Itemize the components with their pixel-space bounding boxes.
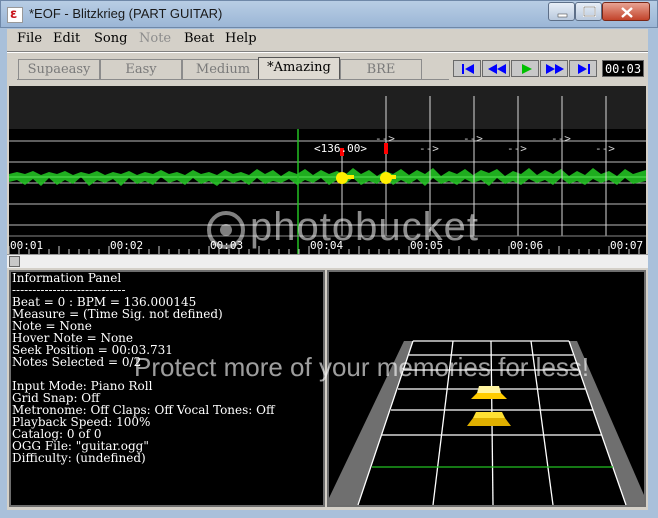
tab-amazing[interactable]: *Amazing [258, 57, 340, 79]
information-panel: Information Panel ----------------------… [9, 270, 325, 507]
menu-edit[interactable]: Edit [53, 31, 80, 46]
fast-forward-icon [546, 64, 564, 74]
menu-beat[interactable]: Beat [184, 31, 214, 46]
time-readout: 00:03 [602, 60, 644, 77]
note-gem-3d [467, 418, 511, 426]
tab-baseline [17, 79, 449, 80]
skip-to-start-icon [462, 64, 474, 74]
beat-arrow: --> [463, 132, 483, 145]
timeline-label: 00:06 [510, 239, 543, 252]
timeline-label: 00:07 [610, 239, 643, 252]
close-icon [621, 7, 633, 18]
fretboard-3d-preview [327, 270, 646, 507]
skip-to-start-button[interactable] [453, 60, 481, 77]
timeline-label: 00:02 [110, 239, 143, 252]
eof-app-icon: ɛ [7, 7, 23, 23]
menu-help[interactable]: Help [225, 31, 257, 46]
fretboard-canvas [329, 272, 644, 505]
timeline-label: 00:04 [310, 239, 343, 252]
close-button[interactable] [602, 2, 650, 21]
timeline-label: 00:05 [410, 239, 443, 252]
seek-scrollbar[interactable] [7, 254, 648, 268]
beat-arrow: --> [419, 142, 439, 155]
note-gem[interactable] [336, 172, 348, 184]
play-button[interactable] [511, 60, 539, 77]
window-frame: File Edit Song Note Beat Help Supaeasy E… [0, 28, 658, 518]
piano-roll[interactable]: <136.00> --> --> --> --> --> --> 00:01 0… [9, 86, 646, 254]
seek-scrollbar-thumb[interactable] [9, 256, 20, 267]
window-title: *EOF - Blitzkrieg (PART GUITAR) [29, 6, 223, 21]
menu-file[interactable]: File [17, 31, 42, 46]
tempo-marker[interactable]: <136.00> [314, 142, 367, 155]
beat-arrow: --> [595, 142, 615, 155]
beat-arrow: --> [375, 132, 395, 145]
skip-to-end-button[interactable] [569, 60, 597, 77]
fast-forward-button[interactable] [540, 60, 568, 77]
minimize-icon [557, 13, 568, 18]
menu-note[interactable]: Note [139, 31, 171, 46]
info-difficulty: Difficulty: (undefined) [12, 451, 146, 465]
play-icon [522, 64, 532, 74]
timeline-label: 00:01 [10, 239, 43, 252]
note-gem-3d [471, 393, 507, 399]
menu-bar: File Edit Song Note Beat Help [7, 29, 648, 51]
info-notes-selected: Notes Selected = 0/2 [12, 355, 142, 369]
maximize-button[interactable] [575, 2, 602, 21]
timeline-label: 00:03 [210, 239, 243, 252]
piano-roll-canvas[interactable]: <136.00> --> --> --> --> --> --> 00:01 0… [9, 86, 646, 254]
menu-separator [7, 51, 648, 53]
menu-song[interactable]: Song [94, 31, 127, 46]
minimize-button[interactable] [548, 2, 575, 21]
tab-supaeasy[interactable]: Supaeasy [18, 59, 100, 79]
note-gem[interactable] [380, 172, 392, 184]
tab-easy[interactable]: Easy [100, 59, 182, 79]
tab-bre[interactable]: BRE [340, 59, 422, 79]
maximize-icon [583, 6, 596, 17]
rewind-button[interactable] [482, 60, 510, 77]
tab-medium[interactable]: Medium [182, 59, 264, 79]
beat-arrow: --> [507, 142, 527, 155]
beat-arrow: --> [551, 132, 571, 145]
rewind-icon [488, 64, 506, 74]
editor-client: File Edit Song Note Beat Help Supaeasy E… [7, 29, 648, 510]
title-bar[interactable]: ɛ *EOF - Blitzkrieg (PART GUITAR) [0, 0, 658, 28]
skip-to-end-icon [578, 64, 590, 74]
